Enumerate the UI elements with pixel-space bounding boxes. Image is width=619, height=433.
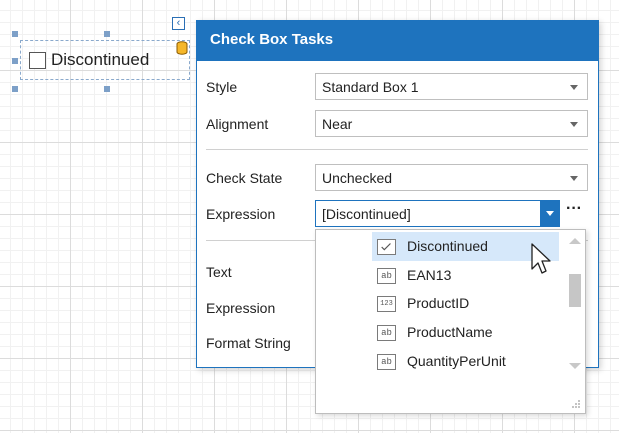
check-state-row: Check State Unchecked [197,164,598,192]
resize-handle[interactable] [12,31,18,37]
chevron-down-icon [570,176,578,181]
dropdown-scrollbar[interactable] [563,230,585,375]
expression-editor-button[interactable]: ··· [562,201,586,224]
style-row: Style Standard Box 1 [197,73,598,101]
expression-row: Expression [Discontinued] ··· [197,200,598,228]
resize-handle[interactable] [12,58,18,64]
alignment-label: Alignment [206,116,269,132]
mouse-cursor-icon [531,243,551,274]
text-field-icon: ab [377,325,396,341]
style-value: Standard Box 1 [322,79,419,95]
expression-combo[interactable]: [Discontinued] [315,200,560,227]
scroll-up-icon[interactable] [569,238,581,244]
list-item-label: ProductID [407,295,470,311]
text-label: Text [206,264,232,280]
expression-label: Expression [206,206,276,222]
chevron-down-icon [570,85,578,90]
list-item-label: EAN13 [407,267,452,283]
resize-grip-icon[interactable] [571,399,581,409]
checkbox-control-label: Discontinued [51,50,150,69]
list-item-label: ProductName [407,324,493,340]
format-string-label: Format String [206,335,291,351]
resize-handle[interactable] [12,86,18,92]
resize-handle[interactable] [104,86,110,92]
expression-dropdown-button[interactable] [540,200,560,227]
checkbox-square[interactable] [29,52,46,69]
numeric-field-icon: 123 [377,296,396,312]
scroll-thumb[interactable] [569,274,581,307]
check-state-label: Check State [206,170,283,186]
chevron-down-icon [570,122,578,127]
list-item-productid[interactable]: 123 ProductID [374,290,557,317]
checkbox-control[interactable]: Discontinued [20,40,190,80]
list-item-label: Discontinued [407,238,488,254]
expression-value: [Discontinued] [322,206,411,222]
divider [206,149,588,150]
list-item-label: QuantityPerUnit [407,353,506,369]
list-item-quantityperunit[interactable]: ab QuantityPerUnit [374,348,557,375]
checkbox-field-icon [377,239,396,255]
resize-handle[interactable] [104,31,110,37]
alignment-row: Alignment Near [197,110,598,138]
check-state-combo[interactable]: Unchecked [315,164,588,191]
alignment-combo[interactable]: Near [315,110,588,137]
smart-tag-collapse-button[interactable]: ‹ [172,17,185,30]
alignment-value: Near [322,116,353,132]
text-expression-label: Expression [206,300,276,316]
panel-title: Check Box Tasks [197,21,598,61]
scroll-down-icon[interactable] [569,363,581,369]
style-combo[interactable]: Standard Box 1 [315,73,588,100]
list-item-productname[interactable]: ab ProductName [374,319,557,346]
style-label: Style [206,79,238,95]
text-field-icon: ab [377,354,396,370]
check-state-value: Unchecked [322,170,393,186]
text-field-icon: ab [377,268,396,284]
database-binding-icon [176,41,188,55]
